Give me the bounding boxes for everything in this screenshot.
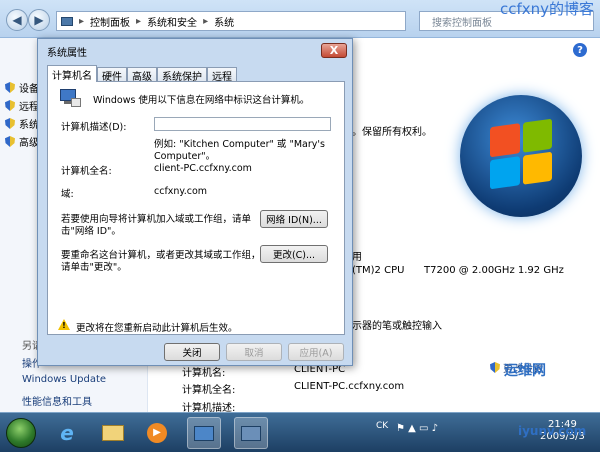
start-button[interactable] <box>6 418 36 448</box>
full-name-value: CLIENT-PC.ccfxny.com <box>294 381 405 392</box>
nav-label: 高级 <box>19 138 39 149</box>
chevron-right-icon: ▸ <box>79 15 85 27</box>
cancel-button[interactable]: 取消 <box>226 343 282 361</box>
warning-icon: ! <box>58 319 70 330</box>
close-icon: X <box>329 44 339 57</box>
media-player-icon[interactable]: ▶ <box>140 417 174 449</box>
breadcrumb-control-panel[interactable]: 控制面板 <box>90 14 130 29</box>
shield-icon <box>5 136 15 147</box>
nav-label: 远程 <box>19 102 39 113</box>
full-name-field-value: client-PC.ccfxny.com <box>154 163 252 174</box>
language-indicator[interactable]: CK <box>376 421 388 431</box>
nav-item-advanced[interactable]: 高级 <box>5 134 39 149</box>
breadcrumb-system-security[interactable]: 系统和安全 <box>147 14 197 29</box>
copyright-text: 。保留所有权利。 <box>352 127 432 138</box>
taskbar: e ▶ CK ⚑ ▲ ▭ ♪ 21:49 2009/5/3 <box>0 412 600 452</box>
site-url-text: iyunv.com <box>518 424 587 438</box>
breadcrumb-system[interactable]: 系统 <box>214 14 234 29</box>
blog-watermark: ccfxny的博客 <box>499 0 594 18</box>
description-field-label: 计算机描述(D): <box>61 122 127 133</box>
forward-button[interactable]: ▶ <box>28 9 50 31</box>
dialog-title: 系统属性 <box>47 48 87 59</box>
link-performance-tools[interactable]: 性能信息和工具 <box>22 393 92 408</box>
apply-button[interactable]: 应用(A) <box>288 343 344 361</box>
shield-icon <box>490 362 500 373</box>
cpu-model: T7200 @ 2.00GHz 1.92 GHz <box>424 265 564 276</box>
full-name-label: 计算机全名: <box>182 385 236 396</box>
system-properties-dialog: 系统属性 X 计算机名 硬件 高级 系统保护 远程 Windows 使用以下信息… <box>37 38 353 366</box>
nav-label: 设备 <box>19 84 39 95</box>
shield-icon <box>5 100 15 111</box>
help-icon[interactable]: ? <box>573 43 587 57</box>
system-properties-taskbar-icon[interactable] <box>234 417 268 449</box>
back-button[interactable]: ◀ <box>6 9 28 31</box>
computer-name-panel: Windows 使用以下信息在网络中标识这台计算机。 计算机描述(D): 例如:… <box>47 81 345 335</box>
pen-touch-text: 示器的笔或触控输入 <box>352 321 442 332</box>
close-button[interactable]: X <box>321 43 347 58</box>
link-windows-update[interactable]: Windows Update <box>22 374 106 385</box>
description-input[interactable] <box>154 117 331 131</box>
cpu-label: (TM)2 CPU <box>352 265 405 276</box>
shield-icon <box>5 118 15 129</box>
network-id-button[interactable]: 网络 ID(N)... <box>260 210 328 228</box>
network-id-text-line2: 击"网络 ID"。 <box>61 226 121 237</box>
tab-system-protection[interactable]: 系统保护 <box>157 67 207 83</box>
tab-advanced[interactable]: 高级 <box>127 67 157 83</box>
example-text-line2: Computer"。 <box>154 151 216 162</box>
windows-logo-icon <box>460 95 582 217</box>
nav-label: 系统 <box>19 120 39 131</box>
site-logo-text: 运维网 <box>504 363 546 379</box>
computer-name-label: 计算机名: <box>182 368 226 379</box>
nav-item-remote[interactable]: 远程 <box>5 98 39 113</box>
computer-network-icon <box>58 88 82 108</box>
close-dialog-button[interactable]: 关闭 <box>164 343 220 361</box>
restart-warning-text: 更改将在您重新启动此计算机后生效。 <box>76 323 238 334</box>
full-name-field-label: 计算机全名: <box>61 166 112 177</box>
nav-item-system-protection[interactable]: 系统 <box>5 116 39 131</box>
domain-value: ccfxny.com <box>154 186 208 197</box>
address-bar[interactable]: ▸ 控制面板 ▸ 系统和安全 ▸ 系统 <box>56 11 406 31</box>
chevron-right-icon: ▸ <box>136 15 142 27</box>
shield-icon <box>5 82 15 93</box>
nav-item-devices[interactable]: 设备 <box>5 80 39 95</box>
internet-explorer-icon[interactable]: e <box>50 417 84 449</box>
rename-text-line2: 请单击"更改"。 <box>61 262 127 273</box>
search-placeholder: 搜索控制面板 <box>432 17 492 29</box>
control-panel-taskbar-icon[interactable] <box>187 417 221 449</box>
computer-icon <box>61 16 73 26</box>
tray-icons[interactable]: ⚑ ▲ ▭ ♪ <box>396 423 438 434</box>
domain-label: 域: <box>61 189 74 200</box>
tab-remote[interactable]: 远程 <box>207 67 237 83</box>
change-button[interactable]: 更改(C)... <box>260 245 328 263</box>
tab-hardware[interactable]: 硬件 <box>97 67 127 83</box>
chevron-right-icon: ▸ <box>203 15 209 27</box>
dialog-tabs: 计算机名 硬件 高级 系统保护 远程 <box>47 65 237 83</box>
section-marker: 用 <box>352 252 362 263</box>
folder-icon[interactable] <box>96 417 130 449</box>
tab-computer-name[interactable]: 计算机名 <box>47 65 97 82</box>
intro-text: Windows 使用以下信息在网络中标识这台计算机。 <box>93 95 310 106</box>
